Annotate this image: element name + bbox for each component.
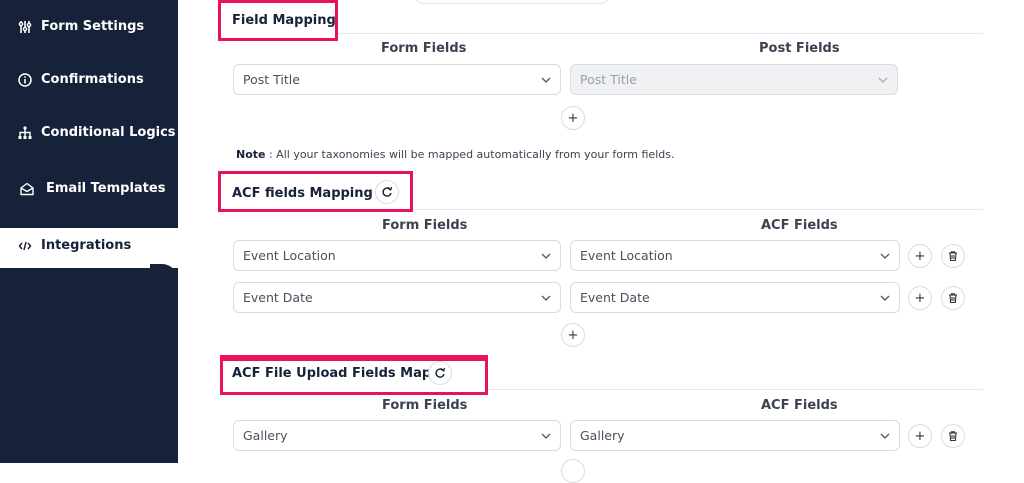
sidebar-item-confirmations[interactable]: Confirmations <box>18 72 144 87</box>
acf-field-select[interactable]: Event Location <box>570 240 900 271</box>
chevron-down-icon <box>880 295 890 301</box>
code-icon <box>18 241 32 250</box>
acf-field-select[interactable]: Event Date <box>570 282 900 313</box>
select-value: Event Location <box>243 248 336 263</box>
sidebar-item-label: Email Templates <box>46 181 166 196</box>
divider <box>338 33 983 34</box>
plus-icon: + <box>914 428 926 444</box>
form-fields-header: Form Fields <box>381 41 467 56</box>
acf-fields-header: ACF Fields <box>761 398 838 413</box>
plus-icon: + <box>914 290 926 306</box>
previous-field-edge <box>415 0 609 4</box>
note-text: : All your taxonomies will be mapped aut… <box>265 148 675 161</box>
delete-row-button[interactable] <box>941 244 965 268</box>
chevron-down-icon <box>880 253 890 259</box>
info-circle-icon <box>18 72 32 87</box>
envelope-open-icon <box>20 182 34 195</box>
delete-row-button[interactable] <box>941 424 965 448</box>
add-field-mapping-button[interactable]: + <box>561 106 585 130</box>
chevron-down-icon <box>541 295 551 301</box>
taxonomy-note: Note : All your taxonomies will be mappe… <box>236 148 674 161</box>
select-value: Event Date <box>580 290 650 305</box>
form-field-select[interactable]: Post Title <box>233 64 561 95</box>
sidebar-item-label: Confirmations <box>41 72 144 87</box>
sidebar-item-conditional-logics[interactable]: Conditional Logics <box>18 125 176 140</box>
plus-icon: + <box>567 110 579 126</box>
highlight-box <box>220 355 488 395</box>
add-row-button[interactable]: + <box>908 286 932 310</box>
sidebar-item-label: Conditional Logics <box>41 125 176 140</box>
sliders-icon <box>18 20 32 33</box>
chevron-down-icon <box>878 77 888 83</box>
select-value: Post Title <box>580 72 637 87</box>
acf-fields-header: ACF Fields <box>761 218 838 233</box>
note-label: Note <box>236 148 266 161</box>
trash-icon <box>949 431 957 442</box>
delete-row-button[interactable] <box>941 286 965 310</box>
trash-icon <box>949 293 957 304</box>
highlight-box <box>218 0 338 41</box>
sidebar-item-label: Integrations <box>41 238 132 253</box>
chevron-down-icon <box>541 433 551 439</box>
chevron-down-icon <box>880 433 890 439</box>
plus-icon: + <box>914 248 926 264</box>
form-fields-header: Form Fields <box>382 398 468 413</box>
trash-icon <box>949 251 957 262</box>
add-row-button[interactable]: + <box>908 244 932 268</box>
chevron-down-icon <box>541 253 551 259</box>
form-fields-header: Form Fields <box>382 218 468 233</box>
sidebar-item-integrations[interactable]: Integrations <box>18 238 131 253</box>
form-field-select[interactable]: Gallery <box>233 420 561 451</box>
sidebar-item-email-templates[interactable]: Email Templates <box>20 181 165 196</box>
select-value: Gallery <box>243 428 288 443</box>
chevron-down-icon <box>541 77 551 83</box>
sitemap-icon <box>18 125 32 139</box>
form-field-select[interactable]: Event Location <box>233 240 561 271</box>
select-value: Gallery <box>580 428 625 443</box>
sidebar-item-label: Form Settings <box>41 19 145 34</box>
select-value: Event Location <box>580 248 673 263</box>
select-value: Event Date <box>243 290 313 305</box>
post-fields-header: Post Fields <box>759 41 840 56</box>
post-field-select[interactable]: Post Title <box>570 64 898 95</box>
sidebar-item-form-settings[interactable]: Form Settings <box>18 19 144 34</box>
divider <box>413 209 983 210</box>
add-acf-mapping-button[interactable]: + <box>561 323 585 347</box>
acf-field-select[interactable]: Gallery <box>570 420 900 451</box>
select-value: Post Title <box>243 72 300 87</box>
highlight-box <box>218 171 413 212</box>
form-field-select[interactable]: Event Date <box>233 282 561 313</box>
divider <box>488 389 983 390</box>
add-row-button[interactable]: + <box>908 424 932 448</box>
plus-icon: + <box>567 327 579 343</box>
